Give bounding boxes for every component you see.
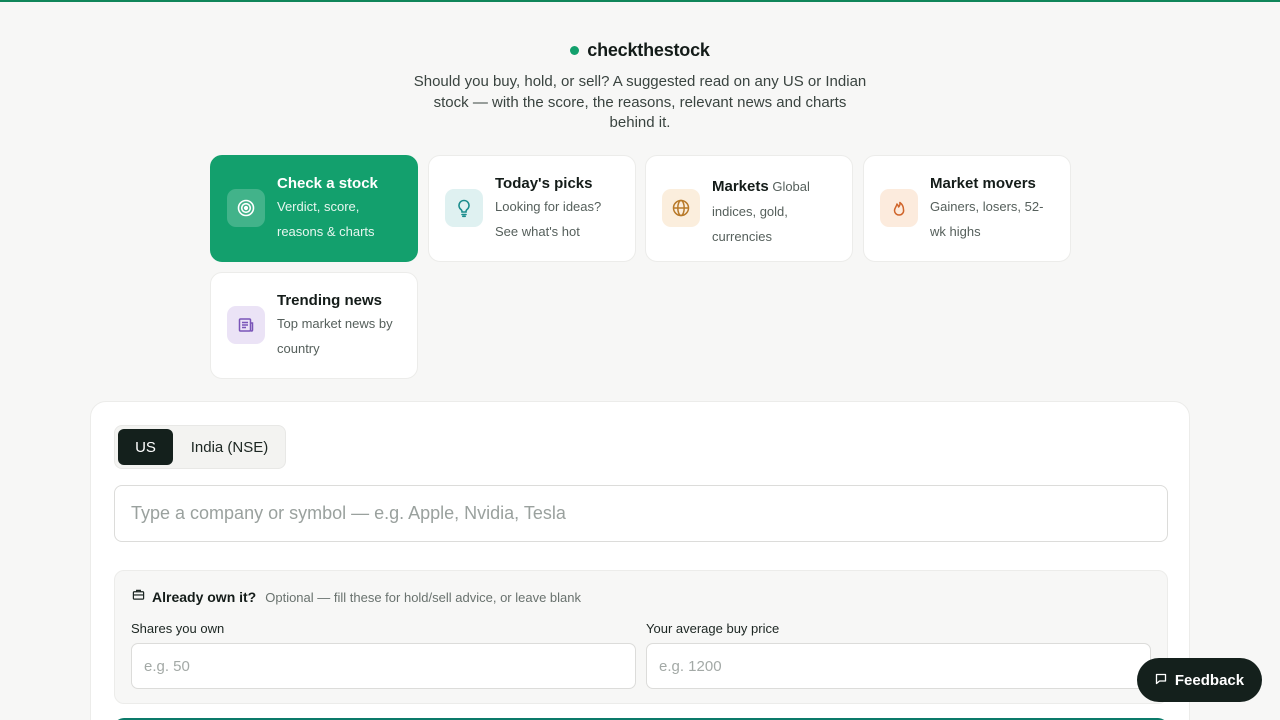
card-title: Trending news: [277, 292, 383, 309]
shares-input[interactable]: [131, 643, 636, 689]
card-desc: Top market news by country: [277, 316, 393, 356]
stock-search-input[interactable]: [114, 485, 1168, 542]
shares-label: Shares you own: [131, 621, 225, 636]
brand-dot-icon: [570, 46, 580, 55]
card-text-block: Markets Global indices, gold, currencies: [712, 174, 836, 249]
lightbulb-icon: [445, 189, 483, 227]
card-market-movers[interactable]: Market movers Gainers, losers, 52-wk hig…: [863, 155, 1071, 262]
card-title: Market movers: [930, 175, 1036, 192]
card-title: Today's picks: [495, 175, 593, 192]
ownership-header: Already own it? Optional — fill these fo…: [132, 588, 581, 606]
card-title: Markets: [712, 178, 769, 195]
brand: checkthestock: [0, 40, 1280, 61]
feedback-button[interactable]: Feedback: [1137, 658, 1262, 702]
brand-name: checkthestock: [587, 40, 710, 60]
market-india-button[interactable]: India (NSE): [177, 429, 282, 465]
card-desc: Looking for ideas? See what's hot: [495, 199, 602, 239]
target-icon: [227, 189, 265, 227]
flame-icon: [880, 189, 918, 227]
ownership-section: Already own it? Optional — fill these fo…: [114, 570, 1168, 704]
chat-icon: [1155, 672, 1167, 689]
tagline: Should you buy, hold, or sell? A suggest…: [413, 73, 867, 131]
card-todays-picks[interactable]: Today's picks Looking for ideas? See wha…: [428, 155, 636, 262]
feedback-label: Feedback: [1174, 671, 1245, 689]
card-title: Check a stock: [277, 175, 378, 192]
globe-icon: [662, 189, 700, 227]
market-us-button[interactable]: US: [118, 429, 173, 465]
ownership-subtitle: Optional — fill these for hold/sell advi…: [265, 589, 582, 605]
market-toggle: US India (NSE): [114, 425, 286, 469]
card-markets[interactable]: Markets Global indices, gold, currencies: [645, 155, 853, 262]
buy-price-input[interactable]: [646, 643, 1151, 689]
newspaper-icon: [227, 306, 265, 344]
buy-price-label: Your average buy price: [646, 621, 780, 636]
card-check-a-stock[interactable]: Check a stock Verdict, score, reasons & …: [210, 155, 418, 262]
card-trending-news[interactable]: Trending news Top market news by country: [210, 272, 418, 379]
briefcase-icon: [132, 588, 145, 606]
card-desc: Verdict, score, reasons & charts: [277, 199, 375, 239]
ownership-title: Already own it?: [152, 589, 257, 605]
top-accent-line: [0, 0, 1280, 2]
card-desc: Gainers, losers, 52-wk highs: [930, 199, 1044, 239]
stock-check-panel: US India (NSE) Already own it? Optional …: [90, 401, 1190, 720]
